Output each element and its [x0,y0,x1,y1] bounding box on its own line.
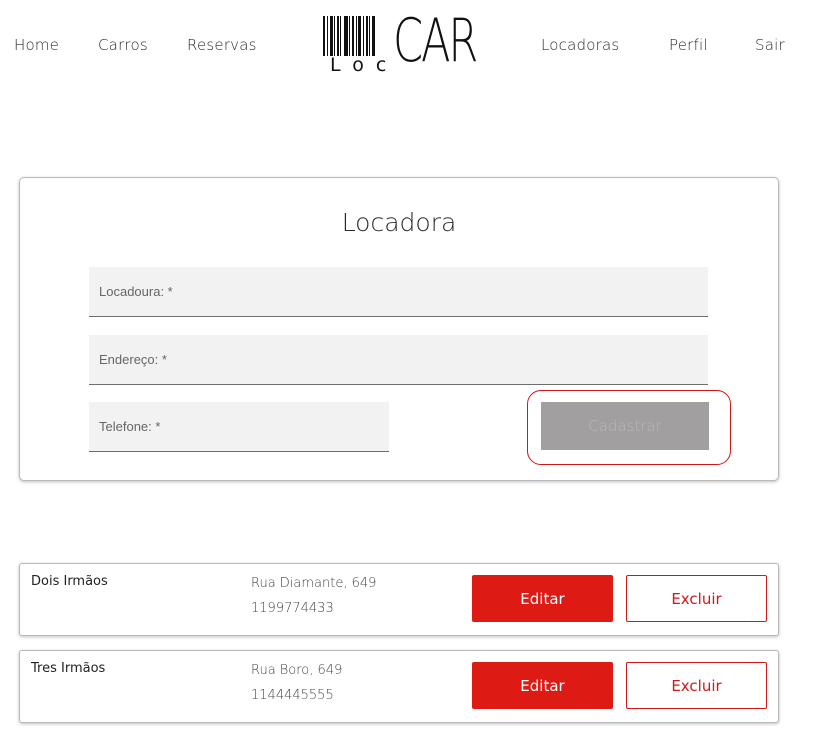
locadora-form-card: Locadora Cadastrar [19,177,779,481]
logo-loc-text: Loc [330,54,399,76]
nav-sair[interactable]: Sair [755,36,785,54]
telefone-field [89,402,389,452]
edit-button[interactable]: Editar [472,575,613,622]
locadora-address: Rua Diamante, 649 [251,576,377,591]
cadastrar-button[interactable]: Cadastrar [541,402,709,450]
locadora-phone: 1199774433 [251,601,334,616]
nav-reservas[interactable]: Reservas [187,36,257,54]
locadora-address: Rua Boro, 649 [251,663,343,678]
locadora-name: Dois Irmãos [31,574,108,589]
nav-locadoras[interactable]: Locadoras [541,36,619,54]
loccar-logo[interactable]: Loc CAR [323,6,478,78]
locadora-row: Tres Irmãos Rua Boro, 649 1144445555 Edi… [19,650,779,723]
locadora-field [89,267,708,317]
barcode-icon [323,16,385,56]
locadora-name: Tres Irmãos [31,661,106,676]
logo-car-text: CAR [393,6,478,76]
nav-carros[interactable]: Carros [98,36,148,54]
locadora-input[interactable] [89,267,708,316]
locadora-row: Dois Irmãos Rua Diamante, 649 1199774433… [19,563,779,636]
nav-home[interactable]: Home [14,36,59,54]
endereco-field [89,335,708,385]
nav-perfil[interactable]: Perfil [669,36,708,54]
locadora-phone: 1144445555 [251,688,334,703]
endereco-input[interactable] [89,335,708,384]
edit-button[interactable]: Editar [472,662,613,709]
delete-button[interactable]: Excluir [626,662,767,709]
delete-button[interactable]: Excluir [626,575,767,622]
form-title: Locadora [341,208,457,237]
telefone-input[interactable] [89,402,389,451]
